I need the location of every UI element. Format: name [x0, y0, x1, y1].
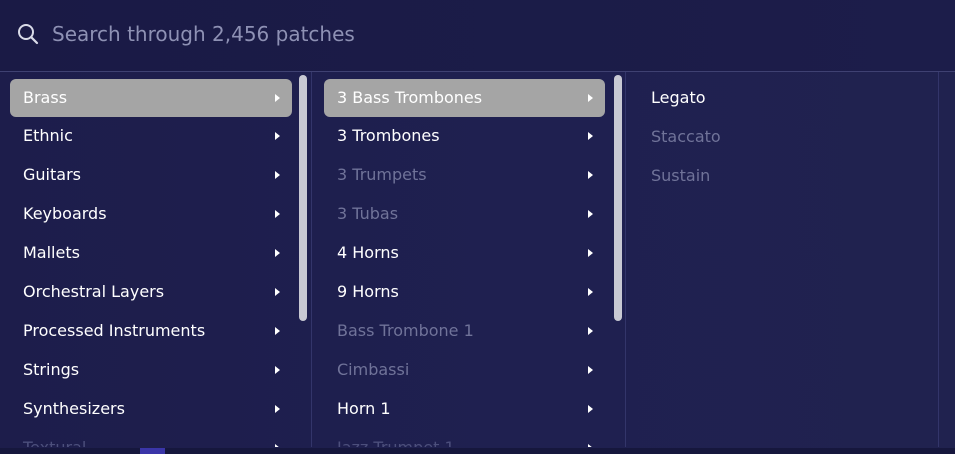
bottom-accent: [140, 448, 165, 454]
instrument-item-label: Bass Trombone 1: [337, 321, 474, 340]
chevron-right-icon: [588, 405, 593, 413]
category-item-label: Textural: [23, 438, 86, 447]
category-item[interactable]: Textural: [10, 429, 292, 447]
instrument-item[interactable]: 9 Horns: [324, 273, 605, 312]
chevron-right-icon: [588, 171, 593, 179]
instrument-item[interactable]: Bass Trombone 1: [324, 312, 605, 351]
chevron-right-icon: [275, 171, 280, 179]
articulation-item[interactable]: Legato: [638, 79, 920, 118]
instrument-item-label: Horn 1: [337, 399, 391, 418]
search-bar: [0, 0, 955, 72]
instrument-item[interactable]: 3 Trumpets: [324, 156, 605, 195]
category-item[interactable]: Orchestral Layers: [10, 273, 292, 312]
instrument-item[interactable]: 3 Trombones: [324, 117, 605, 156]
category-item-label: Mallets: [23, 243, 80, 262]
articulation-column: Legato Staccato Sustain: [626, 72, 939, 447]
instrument-item-label: Cimbassi: [337, 360, 410, 379]
chevron-right-icon: [588, 132, 593, 140]
chevron-right-icon: [588, 288, 593, 296]
category-item[interactable]: Brass: [10, 79, 292, 117]
category-column: Brass Ethnic Guitars Keyboards Mallets Orches…: [0, 72, 312, 447]
category-item[interactable]: Processed Instruments: [10, 312, 292, 351]
chevron-right-icon: [275, 132, 280, 140]
instrument-item-label: Jazz Trumpet 1: [337, 438, 455, 447]
category-item[interactable]: Mallets: [10, 234, 292, 273]
instrument-item[interactable]: 4 Horns: [324, 234, 605, 273]
category-item-label: Guitars: [23, 165, 81, 184]
instrument-item[interactable]: Horn 1: [324, 390, 605, 429]
chevron-right-icon: [275, 366, 280, 374]
patch-browser: Brass Ethnic Guitars Keyboards Mallets Orches…: [0, 0, 955, 454]
category-item[interactable]: Guitars: [10, 156, 292, 195]
category-item[interactable]: Synthesizers: [10, 390, 292, 429]
category-item-label: Strings: [23, 360, 80, 379]
category-list: Brass Ethnic Guitars Keyboards Mallets Orches…: [10, 79, 292, 447]
chevron-right-icon: [275, 405, 280, 413]
category-item-label: Synthesizers: [23, 399, 125, 418]
search-input[interactable]: [52, 18, 932, 50]
chevron-right-icon: [588, 366, 593, 374]
instrument-item[interactable]: Jazz Trumpet 1: [324, 429, 605, 447]
instrument-item-label: 3 Tubas: [337, 204, 399, 223]
chevron-right-icon: [275, 444, 280, 447]
instrument-scrollbar[interactable]: [614, 75, 622, 321]
instrument-item-label: 9 Horns: [337, 282, 399, 301]
instrument-item-label: 4 Horns: [337, 243, 399, 262]
chevron-right-icon: [588, 94, 593, 102]
category-item-label: Ethnic: [23, 126, 73, 145]
instrument-list: 3 Bass Trombones 3 Trombones 3 Trumpets 3 T…: [324, 79, 605, 447]
chevron-right-icon: [588, 249, 593, 257]
category-item[interactable]: Keyboards: [10, 195, 292, 234]
chevron-right-icon: [275, 288, 280, 296]
chevron-right-icon: [588, 210, 593, 218]
articulation-item-label: Staccato: [651, 127, 721, 146]
category-item-label: Processed Instruments: [23, 321, 206, 340]
category-item[interactable]: Strings: [10, 351, 292, 390]
articulation-item-label: Sustain: [651, 166, 711, 185]
instrument-item[interactable]: 3 Tubas: [324, 195, 605, 234]
instrument-item-label: 3 Trombones: [337, 126, 440, 145]
instrument-item[interactable]: Cimbassi: [324, 351, 605, 390]
instrument-item-label: 3 Bass Trombones: [337, 88, 483, 107]
chevron-right-icon: [275, 94, 280, 102]
instrument-column: 3 Bass Trombones 3 Trombones 3 Trumpets 3 T…: [312, 72, 626, 447]
articulation-list: Legato Staccato Sustain: [638, 79, 920, 196]
chevron-right-icon: [588, 327, 593, 335]
chevron-right-icon: [275, 327, 280, 335]
instrument-item[interactable]: 3 Bass Trombones: [324, 79, 605, 117]
search-icon: [18, 24, 39, 45]
category-item-label: Keyboards: [23, 204, 107, 223]
instrument-item-label: 3 Trumpets: [337, 165, 427, 184]
category-item[interactable]: Ethnic: [10, 117, 292, 156]
articulation-item[interactable]: Sustain: [638, 157, 920, 196]
chevron-right-icon: [275, 210, 280, 218]
articulation-item[interactable]: Staccato: [638, 118, 920, 157]
category-item-label: Orchestral Layers: [23, 282, 165, 301]
chevron-right-icon: [275, 249, 280, 257]
category-scrollbar[interactable]: [299, 75, 307, 321]
chevron-right-icon: [588, 444, 593, 447]
articulation-item-label: Legato: [651, 88, 706, 107]
category-item-label: Brass: [23, 88, 68, 107]
